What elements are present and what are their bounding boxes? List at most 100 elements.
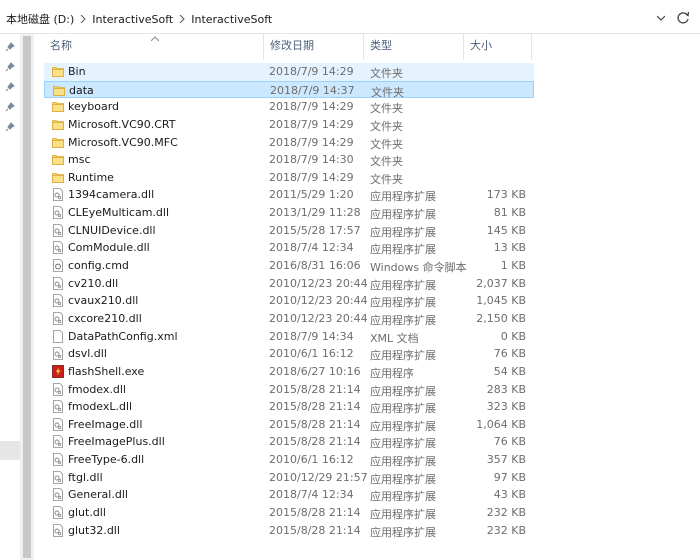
file-row[interactable]: cvaux210.dll 2010/12/23 20:44 应用程序扩展 1,045 … bbox=[44, 292, 534, 310]
file-row[interactable]: DataPathConfig.xml 2018/7/9 14:34 XML 文档 0 … bbox=[44, 328, 534, 346]
file-row[interactable]: cv210.dll 2010/12/23 20:44 应用程序扩展 2,037 KB bbox=[44, 275, 534, 293]
file-size: 323 KB bbox=[486, 400, 526, 414]
file-row[interactable]: glut.dll 2015/8/28 21:14 应用程序扩展 232 KB bbox=[44, 504, 534, 522]
file-date-modified: 2015/8/28 21:14 bbox=[269, 506, 361, 520]
file-list: Bin 2018/7/9 14:29 文件夹 data 2018/7/9 14:37 文件… bbox=[44, 63, 534, 539]
file-type: 应用程序扩展 bbox=[370, 190, 436, 204]
file-size: 232 KB bbox=[486, 506, 526, 520]
nav-selected-item[interactable] bbox=[0, 441, 20, 460]
file-row[interactable]: CLNUIDevice.dll 2015/5/28 17:57 应用程序扩展 145 … bbox=[44, 222, 534, 240]
file-row[interactable]: keyboard 2018/7/9 14:29 文件夹 bbox=[44, 98, 534, 116]
exe-app-icon bbox=[52, 364, 64, 378]
column-size[interactable]: 大小 bbox=[464, 34, 532, 60]
file-row[interactable]: msc 2018/7/9 14:30 文件夹 bbox=[44, 151, 534, 169]
file-name: cv210.dll bbox=[68, 276, 119, 290]
file-date-modified: 2011/5/29 1:20 bbox=[269, 188, 354, 202]
pin-icon[interactable] bbox=[5, 122, 15, 132]
dll-file-icon bbox=[52, 312, 64, 325]
file-name: keyboard bbox=[68, 100, 120, 114]
file-row[interactable]: CLEyeMulticam.dll 2013/1/29 11:28 应用程序扩展 81… bbox=[44, 204, 534, 222]
breadcrumb-interactivesoft-1[interactable]: InteractiveSoft bbox=[92, 13, 173, 26]
column-name[interactable]: 名称 bbox=[44, 34, 264, 60]
file-size: 43 KB bbox=[493, 488, 526, 502]
file-row[interactable]: fmodex.dll 2015/8/28 21:14 应用程序扩展 283 KB bbox=[44, 381, 534, 399]
pin-icon[interactable] bbox=[5, 62, 15, 72]
file-name: General.dll bbox=[68, 488, 128, 502]
dll-file-icon bbox=[52, 417, 64, 431]
cmd-file-icon bbox=[52, 259, 64, 272]
chevron-right-icon[interactable] bbox=[179, 15, 185, 23]
file-row[interactable]: Runtime 2018/7/9 14:29 文件夹 bbox=[44, 169, 534, 187]
chevron-right-icon[interactable] bbox=[80, 15, 86, 23]
breadcrumb-drive[interactable]: 本地磁盘 (D:) bbox=[6, 11, 74, 27]
file-row[interactable]: Microsoft.VC90.CRT 2018/7/9 14:29 文件夹 bbox=[44, 116, 534, 134]
file-row[interactable]: General.dll 2018/7/4 12:34 应用程序扩展 43 KB bbox=[44, 486, 534, 504]
file-type: Windows 命令脚本 bbox=[370, 261, 467, 275]
file-date-modified: 2015/8/28 21:14 bbox=[269, 417, 361, 431]
file-size: 1,064 KB bbox=[476, 417, 526, 431]
file-row[interactable]: cxcore210.dll 2010/12/23 20:44 应用程序扩展 2,150… bbox=[44, 310, 534, 328]
file-row[interactable]: data 2018/7/9 14:37 文件夹 bbox=[44, 80, 534, 99]
file-date-modified: 2018/6/27 10:16 bbox=[269, 364, 361, 378]
column-header: 名称 修改日期 类型 大小 bbox=[34, 34, 700, 60]
file-date-modified: 2018/7/4 12:34 bbox=[269, 241, 354, 255]
dll-file-icon bbox=[52, 523, 64, 537]
file-type: 应用程序 bbox=[370, 366, 414, 380]
pin-icon[interactable] bbox=[5, 42, 15, 52]
column-type[interactable]: 类型 bbox=[364, 34, 464, 60]
file-type: 文件夹 bbox=[370, 137, 403, 151]
column-date-modified[interactable]: 修改日期 bbox=[264, 34, 364, 60]
file-date-modified: 2018/7/9 14:29 bbox=[269, 117, 354, 131]
file-row[interactable]: 1394camera.dll 2011/5/29 1:20 应用程序扩展 173 KB bbox=[44, 186, 534, 204]
scrollbar-thumb[interactable] bbox=[23, 36, 31, 558]
file-name: FreeImage.dll bbox=[68, 417, 143, 431]
dll-file-icon bbox=[52, 435, 64, 449]
file-name: ftgl.dll bbox=[68, 470, 103, 484]
file-row[interactable]: ComModule.dll 2018/7/4 12:34 应用程序扩展 13 KB bbox=[44, 239, 534, 257]
file-name: 1394camera.dll bbox=[68, 188, 155, 202]
file-row[interactable]: ftgl.dll 2010/12/29 21:57 应用程序扩展 97 KB bbox=[44, 469, 534, 487]
dll-file-icon bbox=[52, 276, 64, 290]
pin-icon[interactable] bbox=[5, 82, 15, 92]
file-type: 应用程序扩展 bbox=[370, 419, 436, 433]
file-type: 应用程序扩展 bbox=[370, 208, 436, 222]
file-row[interactable]: FreeImage.dll 2015/8/28 21:14 应用程序扩展 1,064 … bbox=[44, 416, 534, 434]
dll-file-icon bbox=[52, 241, 64, 255]
file-name: msc bbox=[68, 153, 91, 167]
file-row[interactable]: FreeImagePlus.dll 2015/8/28 21:14 应用程序扩展 76… bbox=[44, 433, 534, 451]
file-row[interactable]: FreeType-6.dll 2010/6/1 16:12 应用程序扩展 357 KB bbox=[44, 451, 534, 469]
file-type: 应用程序扩展 bbox=[370, 349, 436, 363]
file-size: 232 KB bbox=[486, 523, 526, 537]
breadcrumb-interactivesoft-2[interactable]: InteractiveSoft bbox=[191, 13, 272, 26]
file-name: config.cmd bbox=[68, 259, 129, 273]
dll-file-icon bbox=[52, 506, 64, 519]
file-row[interactable]: Bin 2018/7/9 14:29 文件夹 bbox=[44, 63, 534, 81]
file-type: 应用程序扩展 bbox=[370, 437, 436, 451]
file-date-modified: 2010/12/23 20:44 bbox=[269, 276, 368, 290]
pin-icon[interactable] bbox=[5, 102, 15, 112]
file-type: XML 文档 bbox=[370, 331, 419, 345]
file-row[interactable]: config.cmd 2016/8/31 16:06 Windows 命令脚本 1 K… bbox=[44, 257, 534, 275]
refresh-icon[interactable] bbox=[675, 10, 691, 26]
file-row[interactable]: dsvl.dll 2010/6/1 16:12 应用程序扩展 76 KB bbox=[44, 345, 534, 363]
dll-file-icon bbox=[52, 470, 64, 484]
file-name: flashShell.exe bbox=[68, 364, 145, 378]
nav-scrollbar[interactable] bbox=[20, 34, 34, 560]
file-date-modified: 2016/8/31 16:06 bbox=[269, 259, 361, 273]
address-bar[interactable]: 本地磁盘 (D:) InteractiveSoft InteractiveSof… bbox=[0, 0, 700, 34]
file-date-modified: 2018/7/9 14:29 bbox=[269, 170, 354, 184]
file-name: ComModule.dll bbox=[68, 241, 150, 255]
file-row[interactable]: Microsoft.VC90.MFC 2018/7/9 14:29 文件夹 bbox=[44, 134, 534, 152]
file-date-modified: 2015/8/28 21:14 bbox=[269, 523, 361, 537]
file-name: glut32.dll bbox=[68, 523, 120, 537]
chevron-down-icon[interactable] bbox=[657, 14, 665, 22]
navigation-pane bbox=[0, 34, 20, 560]
file-type: 应用程序扩展 bbox=[370, 313, 436, 327]
file-size: 283 KB bbox=[486, 382, 526, 396]
file-type: 应用程序扩展 bbox=[370, 525, 436, 539]
file-row[interactable]: flashShell.exe 2018/6/27 10:16 应用程序 54 KB bbox=[44, 363, 534, 381]
file-row[interactable]: glut32.dll 2015/8/28 21:14 应用程序扩展 232 KB bbox=[44, 522, 534, 540]
file-date-modified: 2018/7/9 14:37 bbox=[270, 83, 355, 97]
file-row[interactable]: fmodexL.dll 2015/8/28 21:14 应用程序扩展 323 KB bbox=[44, 398, 534, 416]
folder-icon bbox=[52, 136, 64, 149]
